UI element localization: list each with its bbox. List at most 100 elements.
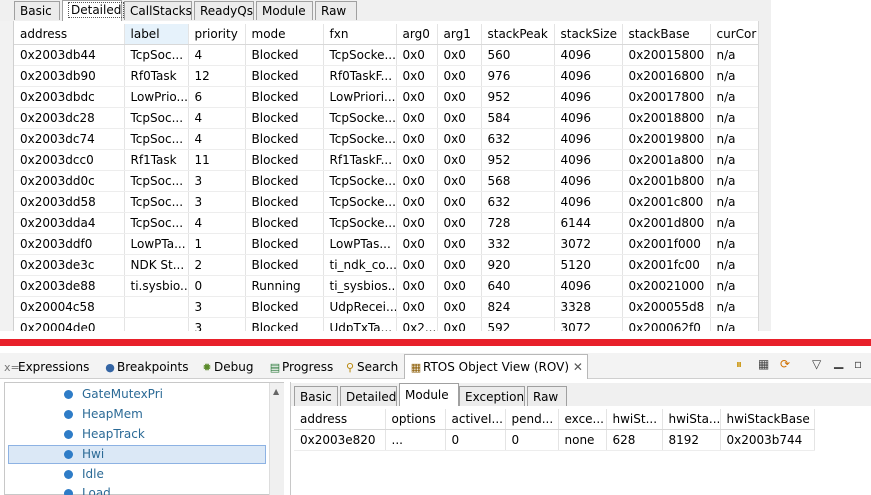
- column-header[interactable]: exce...: [558, 409, 607, 430]
- tab-debug[interactable]: ✹ Debug: [200, 357, 253, 377]
- rov-icon: ▦: [410, 361, 422, 374]
- tab-breakpoints[interactable]: ● Breakpoints: [103, 357, 188, 377]
- tab-callstacks[interactable]: CallStacks: [124, 1, 192, 20]
- column-header[interactable]: fxn: [323, 24, 397, 45]
- tree-item-label: Hwi: [82, 447, 105, 461]
- table-cell: 0x0: [396, 107, 438, 129]
- table-cell: Rf0Task: [124, 65, 189, 87]
- module-icon: [64, 450, 73, 459]
- table-row[interactable]: 0x2003e820... 0 0 none 628 8192 0x2003b744: [294, 429, 815, 451]
- tree-item[interactable]: GateMutexPri: [64, 385, 163, 404]
- column-header[interactable]: hwiSta...: [662, 409, 721, 430]
- inner-tab-bar: Basic Detailed Module Exception Raw: [291, 383, 871, 406]
- tab-progress[interactable]: ▤ Progress: [268, 357, 333, 377]
- tab-raw[interactable]: Raw: [315, 1, 357, 20]
- tree-item[interactable]: Load: [64, 484, 111, 495]
- table-row[interactable]: 0x20004de0 3 Blocked UdpTxTa... 0x2... 0x0 592…: [14, 317, 759, 331]
- table-cell: 0x0: [396, 44, 438, 66]
- table-row[interactable]: 0x2003dcc0 Rf1Task 11 Blocked Rf1TaskF... 0x0…: [14, 149, 759, 171]
- tab-raw[interactable]: Raw: [527, 386, 567, 406]
- tab-module[interactable]: Module: [256, 1, 313, 20]
- table-row[interactable]: 0x2003dd58 TcpSoc... 3 Blocked TcpSocke... 0x…: [14, 191, 759, 213]
- hwi-module-table: address options activeI... pend... exce... hw…: [294, 409, 815, 451]
- scroll-up-icon[interactable]: ▲: [273, 387, 279, 396]
- pause-icon[interactable]: ⏸: [736, 357, 742, 372]
- tree-scrollbar[interactable]: ▲: [269, 383, 284, 495]
- table-row[interactable]: 0x2003de3c NDK St... 2 Blocked ti_ndk_co... 0…: [14, 254, 759, 276]
- column-header[interactable]: curCor: [710, 24, 759, 45]
- table-row[interactable]: 0x2003db44 TcpSoc... 4 Blocked TcpSocke... 0x…: [14, 44, 759, 66]
- table-cell: Blocked: [245, 212, 324, 234]
- column-header[interactable]: address: [14, 24, 125, 45]
- column-header[interactable]: mode: [245, 24, 324, 45]
- column-header[interactable]: stackSize: [554, 24, 623, 45]
- table-header: address label priority mode fxn arg0 arg1 stack…: [14, 24, 759, 45]
- tree-item[interactable]: HeapTrack: [64, 425, 145, 444]
- tab-exception[interactable]: Exception: [459, 386, 525, 406]
- table-cell: 0x0: [396, 170, 438, 192]
- tab-rov[interactable]: ▦ RTOS Object View (ROV) ✕: [404, 354, 588, 379]
- table-row[interactable]: 0x2003dda4 TcpSoc... 4 Blocked TcpSocke... 0x…: [14, 212, 759, 234]
- table-cell: 976: [481, 65, 555, 87]
- table-row[interactable]: 0x2003dbdc LowPrio... 6 Blocked LowPriori...…: [14, 86, 759, 108]
- tab-basic[interactable]: Basic: [14, 1, 60, 20]
- table-cell: Blocked: [245, 149, 324, 171]
- table-cell: 0x2003dc28: [14, 107, 125, 129]
- table-row[interactable]: 0x20004c58 3 Blocked UdpRecei... 0x0 0x0 824 33…: [14, 296, 759, 318]
- tab-detailed[interactable]: Detailed: [62, 0, 125, 21]
- table-cell: ti.sysbio...: [124, 275, 189, 297]
- table-cell: 3328: [554, 296, 623, 318]
- table-cell: [124, 296, 189, 318]
- tree-item-selected[interactable]: Hwi: [8, 445, 266, 464]
- tab-expressions[interactable]: x=Expressions: [4, 357, 89, 377]
- tab-detailed[interactable]: Detailed: [340, 386, 397, 406]
- table-cell: TcpSoc...: [124, 44, 189, 66]
- table-row[interactable]: 0x2003ddf0 LowPTa... 1 Blocked LowPTas... 0x0…: [14, 233, 759, 255]
- grid-icon[interactable]: ▦: [758, 357, 769, 371]
- column-header[interactable]: options: [385, 409, 446, 430]
- table-cell: 0x2001d800: [622, 212, 711, 234]
- minimize-icon[interactable]: ▁: [834, 355, 843, 369]
- table-row[interactable]: 0x2003de88 ti.sysbio... 0 Running ti_sysbios…: [14, 275, 759, 297]
- module-icon: [64, 390, 73, 399]
- column-header[interactable]: priority: [188, 24, 246, 45]
- table-cell: 0x0: [396, 149, 438, 171]
- column-header[interactable]: arg1: [437, 24, 482, 45]
- table-cell: 632: [481, 191, 555, 213]
- table-cell: 0x2001b800: [622, 170, 711, 192]
- table-cell: TcpSoc...: [124, 212, 189, 234]
- column-header[interactable]: pend...: [505, 409, 559, 430]
- table-row[interactable]: 0x2003dc74 TcpSoc... 4 Blocked TcpSocke... 0x…: [14, 128, 759, 150]
- tree-item[interactable]: HeapMem: [64, 405, 143, 424]
- table-cell: 640: [481, 275, 555, 297]
- column-header[interactable]: hwiSt...: [606, 409, 663, 430]
- column-header[interactable]: arg0: [396, 24, 438, 45]
- column-header[interactable]: stackBase: [622, 24, 711, 45]
- view-menu-icon[interactable]: ▽: [812, 357, 821, 371]
- column-header[interactable]: activeI...: [445, 409, 506, 430]
- table-cell: 0x2003e820: [294, 429, 386, 451]
- tab-search[interactable]: ⚲ Search: [343, 357, 398, 377]
- close-icon[interactable]: ✕: [573, 360, 583, 374]
- table-row[interactable]: 0x2003dd0c TcpSoc... 3 Blocked TcpSocke... 0x…: [14, 170, 759, 192]
- table-cell: 0x0: [437, 65, 482, 87]
- tree-item[interactable]: Idle: [64, 465, 104, 484]
- column-header[interactable]: address: [294, 409, 386, 430]
- tab-basic[interactable]: Basic: [294, 386, 338, 406]
- table-row[interactable]: 0x2003dc28 TcpSoc... 4 Blocked TcpSocke... 0x…: [14, 107, 759, 129]
- maximize-icon[interactable]: ▫: [854, 357, 862, 371]
- table-cell: UdpTxTa...: [323, 317, 397, 331]
- table-cell: 0x20016800: [622, 65, 711, 87]
- table-row[interactable]: 0x2003db90 Rf0Task 12 Blocked Rf0TaskF... 0x0…: [14, 65, 759, 87]
- table-cell: ...: [385, 429, 446, 451]
- table-cell: 6144: [554, 212, 623, 234]
- vertical-scrollbar[interactable]: [758, 21, 772, 331]
- tab-label: Exception: [465, 390, 525, 404]
- column-header[interactable]: hwiStackBase: [720, 409, 815, 430]
- tab-module[interactable]: Module: [399, 383, 459, 406]
- refresh-icon[interactable]: ⟳: [780, 357, 790, 371]
- column-header[interactable]: stackPeak: [481, 24, 555, 45]
- table-cell: TcpSoc...: [124, 107, 189, 129]
- tab-readyqs[interactable]: ReadyQs: [194, 1, 254, 20]
- column-header[interactable]: label: [124, 24, 189, 45]
